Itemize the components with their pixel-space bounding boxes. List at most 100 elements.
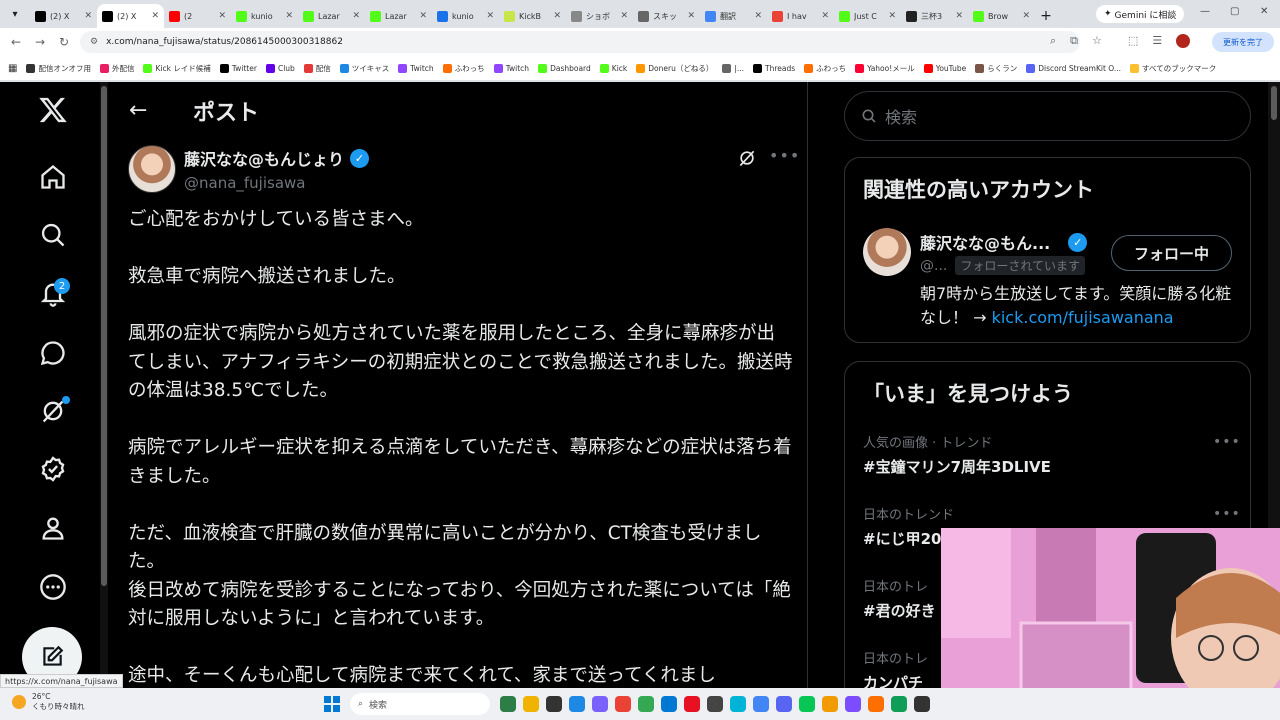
bookmark-item[interactable]: ふわっち [442,63,485,74]
bookmark-item[interactable]: ツイキャス [339,63,389,74]
browser-tab[interactable]: ショボ ✕ [566,4,633,28]
browser-tab[interactable]: KickB ✕ [499,4,566,28]
bio-link[interactable]: kick.com/fujisawanana [992,308,1174,327]
zoom-icon[interactable]: ⌕ [1050,34,1056,48]
browser-tab[interactable]: 翻訳 ✕ [700,4,767,28]
apps-grid-icon[interactable]: ▦ [8,63,17,74]
back-arrow-icon[interactable]: ← [129,98,147,123]
taskbar-app-icon[interactable] [569,696,585,712]
bookmark-item[interactable]: 配信オンオフ用 [26,63,91,74]
taskbar-app-icon[interactable] [684,696,700,712]
reading-list-icon[interactable]: ☰ [1152,34,1162,48]
profile-icon[interactable] [22,503,84,553]
forward-nav-icon[interactable]: → [28,35,52,49]
browser-tab[interactable]: Just C ✕ [834,4,901,28]
omnibox[interactable]: ⚙ x.com/nana_fujisawa/status/20861450003… [80,31,1080,53]
browser-tab[interactable]: Brow ✕ [968,4,1035,28]
back-nav-icon[interactable]: ← [4,35,28,49]
taskbar-app-icon[interactable] [914,696,930,712]
taskbar-app-icon[interactable] [523,696,539,712]
close-tab-icon[interactable]: ✕ [84,11,92,21]
search-input[interactable]: 検索 [844,91,1251,141]
taskbar-app-icon[interactable] [776,696,792,712]
left-scrollbar[interactable] [100,82,108,688]
author-name[interactable]: 藤沢なな@もんじょり [184,146,344,170]
following-button[interactable]: フォロー中 [1111,235,1232,271]
taskbar-app-icon[interactable] [822,696,838,712]
bookmark-item[interactable]: Club [265,63,295,73]
bookmark-item[interactable]: 配信 [303,63,331,74]
taskbar-app-icon[interactable] [753,696,769,712]
taskbar-app-icon[interactable] [730,696,746,712]
notifications-bell-icon[interactable]: 2 [22,269,84,319]
bookmark-item[interactable]: Twitch [398,63,434,73]
taskbar-app-icon[interactable] [845,696,861,712]
close-tab-icon[interactable]: ✕ [687,11,695,21]
browser-tab[interactable]: (2 ✕ [164,4,231,28]
close-tab-icon[interactable]: ✕ [821,11,829,21]
taskbar-app-icon[interactable] [500,696,516,712]
bookmark-item[interactable]: 外配信 [99,63,134,74]
explore-search-icon[interactable] [22,210,84,260]
close-tab-icon[interactable]: ✕ [1022,11,1030,21]
browser-tab[interactable]: スキッ ✕ [633,4,700,28]
new-tab-button[interactable]: + [1035,8,1057,24]
trend-more-icon[interactable]: ••• [1213,506,1241,522]
close-window-button[interactable]: ✕ [1260,6,1268,17]
taskbar-app-icon[interactable] [707,696,723,712]
bookmark-item[interactable]: ふわっち [804,63,846,74]
windows-start-icon[interactable] [324,696,340,712]
grok-icon[interactable] [22,386,84,436]
bookmark-item[interactable]: すべてのブックマーク [1130,63,1216,74]
update-button[interactable]: 更新を完了 [1212,32,1274,52]
close-tab-icon[interactable]: ✕ [151,11,159,21]
verified-orgs-icon[interactable] [22,444,84,494]
bookmark-item[interactable]: |... [722,63,744,73]
bookmark-item[interactable]: Yahoo!メール [855,63,915,74]
close-tab-icon[interactable]: ✕ [553,11,561,21]
reload-icon[interactable]: ↻ [52,35,76,49]
close-tab-icon[interactable]: ✕ [754,11,762,21]
grok-explain-icon[interactable] [737,148,757,172]
trend-more-icon[interactable]: ••• [1213,434,1241,450]
close-tab-icon[interactable]: ✕ [285,11,293,21]
taskbar-app-icon[interactable] [615,696,631,712]
bookmark-item[interactable]: Doneru（どねる） [636,63,713,74]
close-tab-icon[interactable]: ✕ [888,11,896,21]
bookmark-item[interactable]: YouTube [923,63,966,73]
bookmark-item[interactable]: Threads [753,63,795,73]
more-circle-icon[interactable] [22,562,84,612]
x-logo-icon[interactable] [22,85,84,135]
browser-tab[interactable]: 三杯3 ✕ [901,4,968,28]
minimize-button[interactable]: — [1200,6,1210,17]
left-scroll-thumb[interactable] [101,86,107,586]
browser-tab[interactable]: I hav ✕ [767,4,834,28]
close-tab-icon[interactable]: ✕ [419,11,427,21]
taskbar-search[interactable]: ⌕ 検索 [350,693,490,715]
taskbar-app-icon[interactable] [638,696,654,712]
post-more-icon[interactable]: ••• [769,146,800,165]
browser-tab[interactable]: kunio ✕ [432,4,499,28]
browser-tab[interactable]: (2) X ✕ [97,4,164,28]
close-tab-icon[interactable]: ✕ [486,11,494,21]
close-tab-icon[interactable]: ✕ [352,11,360,21]
taskbar-app-icon[interactable] [661,696,677,712]
bookmark-item[interactable]: Twitter [219,63,257,73]
taskbar-app-icon[interactable] [891,696,907,712]
bookmark-item[interactable]: Dashboard [538,63,591,73]
bookmark-item[interactable]: Twitch [493,63,529,73]
page-scroll-thumb[interactable] [1271,86,1277,120]
close-tab-icon[interactable]: ✕ [620,11,628,21]
bookmark-star-icon[interactable]: ☆ [1092,34,1102,48]
site-info-icon[interactable]: ⚙ [90,37,98,47]
gemini-button[interactable]: ✦ Gemini に相談 [1096,5,1185,23]
close-tab-icon[interactable]: ✕ [218,11,226,21]
browser-tab[interactable]: Lazar ✕ [365,4,432,28]
taskbar-app-icon[interactable] [799,696,815,712]
related-handle[interactable]: @... [920,258,947,274]
taskbar-app-icon[interactable] [546,696,562,712]
bookmark-item[interactable]: Discord StreamKit O... [1026,63,1121,73]
bookmark-item[interactable]: らくラン [975,63,1017,74]
cast-icon[interactable]: ⧉ [1070,34,1078,48]
bookmark-item[interactable]: Kick レイド候補 [143,63,211,74]
